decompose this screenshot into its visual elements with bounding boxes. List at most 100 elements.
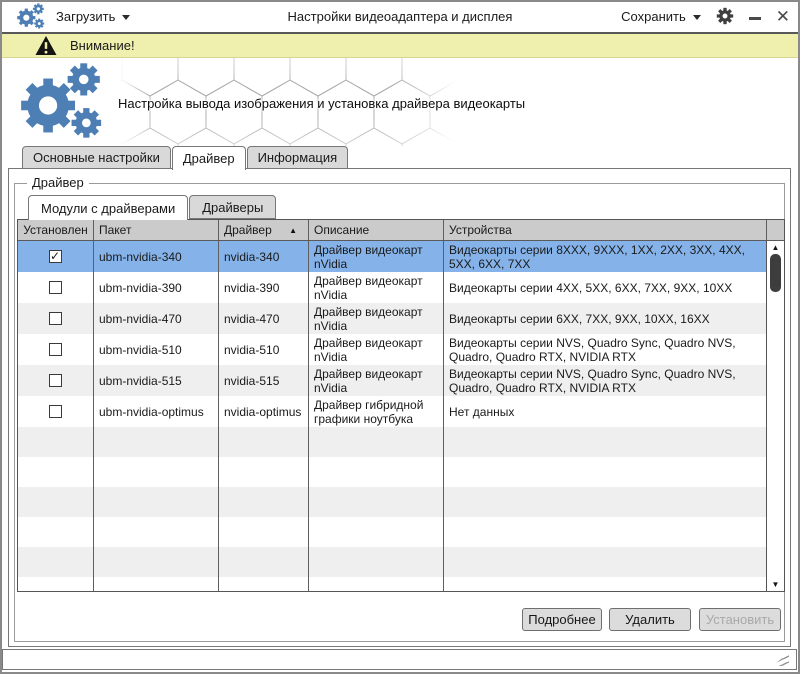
cell-installed (18, 577, 94, 591)
groupbox-label: Драйвер (27, 175, 89, 190)
scroll-up-icon[interactable]: ▲ (767, 243, 784, 252)
table-row[interactable]: ubm-nvidia-optimus nvidia-optimus Драйве… (18, 396, 767, 427)
table-row[interactable] (18, 427, 767, 457)
cell-devices (444, 577, 767, 591)
cell-package (94, 427, 219, 457)
column-label: Установлен (23, 223, 88, 237)
cell-driver (219, 427, 309, 457)
installed-checkbox[interactable] (49, 374, 62, 387)
cell-package: ubm-nvidia-optimus (94, 396, 219, 427)
cell-driver (219, 517, 309, 547)
table-row[interactable] (18, 487, 767, 517)
cell-package: ubm-nvidia-340 (94, 241, 219, 272)
tab-basic-settings[interactable]: Основные настройки (22, 146, 171, 169)
scroll-down-icon[interactable]: ▼ (767, 580, 784, 589)
installed-checkbox[interactable] (49, 250, 62, 263)
cell-package (94, 517, 219, 547)
main-tabs: Основные настройки Драйвер Информация (22, 146, 349, 170)
column-header-description[interactable]: Описание (309, 220, 444, 240)
scrollbar-thumb[interactable] (770, 254, 781, 292)
remove-button[interactable]: Удалить (609, 608, 691, 631)
settings-gear-button[interactable] (716, 7, 734, 25)
cell-package: ubm-nvidia-470 (94, 303, 219, 334)
cell-installed (18, 396, 94, 427)
cell-description: Драйвер видеокарт nVidia (309, 272, 444, 303)
cell-description (309, 577, 444, 591)
minimize-button[interactable] (749, 17, 761, 20)
table-row[interactable] (18, 457, 767, 487)
tab-label: Драйвер (183, 151, 235, 166)
cell-description (309, 487, 444, 517)
installed-checkbox[interactable] (49, 343, 62, 356)
cell-devices (444, 487, 767, 517)
cell-package: ubm-nvidia-390 (94, 272, 219, 303)
tab-drivers[interactable]: Драйверы (189, 195, 276, 219)
close-button[interactable]: ✕ (776, 8, 790, 25)
app-window: Загрузить Настройки видеоадаптера и дисп… (0, 0, 800, 674)
details-button[interactable]: Подробнее (522, 608, 602, 631)
status-bar (2, 649, 797, 670)
warning-triangle-icon (34, 35, 58, 56)
table-row[interactable]: ubm-nvidia-515 nvidia-515 Драйвер видеок… (18, 365, 767, 396)
table-row[interactable]: ubm-nvidia-340 nvidia-340 Драйвер видеок… (18, 241, 767, 272)
cell-devices (444, 457, 767, 487)
tab-label: Драйверы (202, 200, 263, 215)
vertical-scrollbar[interactable]: ▲ ▼ (766, 241, 784, 591)
installed-checkbox[interactable] (49, 312, 62, 325)
cell-driver (219, 547, 309, 577)
column-label: Описание (314, 223, 369, 237)
cell-installed (18, 241, 94, 272)
cell-description (309, 547, 444, 577)
cell-installed (18, 365, 94, 396)
cell-devices: Нет данных (444, 396, 767, 427)
title-bar: Загрузить Настройки видеоадаптера и дисп… (0, 0, 800, 34)
table-row[interactable] (18, 547, 767, 577)
tab-label: Информация (258, 150, 338, 165)
cell-installed (18, 272, 94, 303)
cell-driver: nvidia-470 (219, 303, 309, 334)
cell-driver: nvidia-340 (219, 241, 309, 272)
cell-installed (18, 334, 94, 365)
install-button[interactable]: Установить (699, 608, 781, 631)
cell-driver: nvidia-390 (219, 272, 309, 303)
column-header-package[interactable]: Пакет (94, 220, 219, 240)
table-row[interactable]: ubm-nvidia-470 nvidia-470 Драйвер видеок… (18, 303, 767, 334)
cell-description: Драйвер видеокарт nVidia (309, 365, 444, 396)
cell-description: Драйвер гибридной графики ноутбука (309, 396, 444, 427)
cell-installed (18, 547, 94, 577)
cell-description: Драйвер видеокарт nVidia (309, 303, 444, 334)
warning-text: Внимание! (70, 38, 135, 53)
table-body: ubm-nvidia-340 nvidia-340 Драйвер видеок… (18, 241, 767, 591)
installed-checkbox[interactable] (49, 405, 62, 418)
cell-devices (444, 517, 767, 547)
tab-information[interactable]: Информация (247, 146, 349, 169)
table-row[interactable]: ubm-nvidia-390 nvidia-390 Драйвер видеок… (18, 272, 767, 303)
cell-devices (444, 427, 767, 457)
tab-driver-modules[interactable]: Модули с драйверами (28, 195, 188, 220)
tab-label: Основные настройки (33, 150, 160, 165)
table-row[interactable]: ubm-nvidia-510 nvidia-510 Драйвер видеок… (18, 334, 767, 365)
cell-package (94, 487, 219, 517)
column-label: Пакет (99, 223, 131, 237)
column-header-driver[interactable]: Драйвер ▲ (219, 220, 309, 240)
driver-subtabs: Модули с драйверами Драйверы (28, 195, 277, 220)
driver-modules-table: Установлен Пакет Драйвер ▲ Описание Устр… (17, 219, 785, 592)
header-corner (767, 220, 784, 240)
column-header-devices[interactable]: Устройства (444, 220, 767, 240)
cell-devices: Видеокарты серии NVS, Quadro Sync, Quadr… (444, 365, 767, 396)
banner-title: Настройка вывода изображения и установка… (118, 96, 525, 111)
tab-driver[interactable]: Драйвер (172, 146, 246, 170)
table-row[interactable] (18, 517, 767, 547)
cell-driver (219, 457, 309, 487)
installed-checkbox[interactable] (49, 281, 62, 294)
save-button[interactable]: Сохранить (621, 9, 701, 24)
tab-label: Модули с драйверами (41, 201, 175, 216)
table-row[interactable] (18, 577, 767, 591)
cell-devices: Видеокарты серии 8XXX, 9XXX, 1XX, 2XX, 3… (444, 241, 767, 272)
cell-description: Драйвер видеокарт nVidia (309, 334, 444, 365)
cell-installed (18, 487, 94, 517)
cell-description (309, 457, 444, 487)
column-header-installed[interactable]: Установлен (18, 220, 94, 240)
cell-driver (219, 577, 309, 591)
resize-grip[interactable] (772, 653, 789, 666)
